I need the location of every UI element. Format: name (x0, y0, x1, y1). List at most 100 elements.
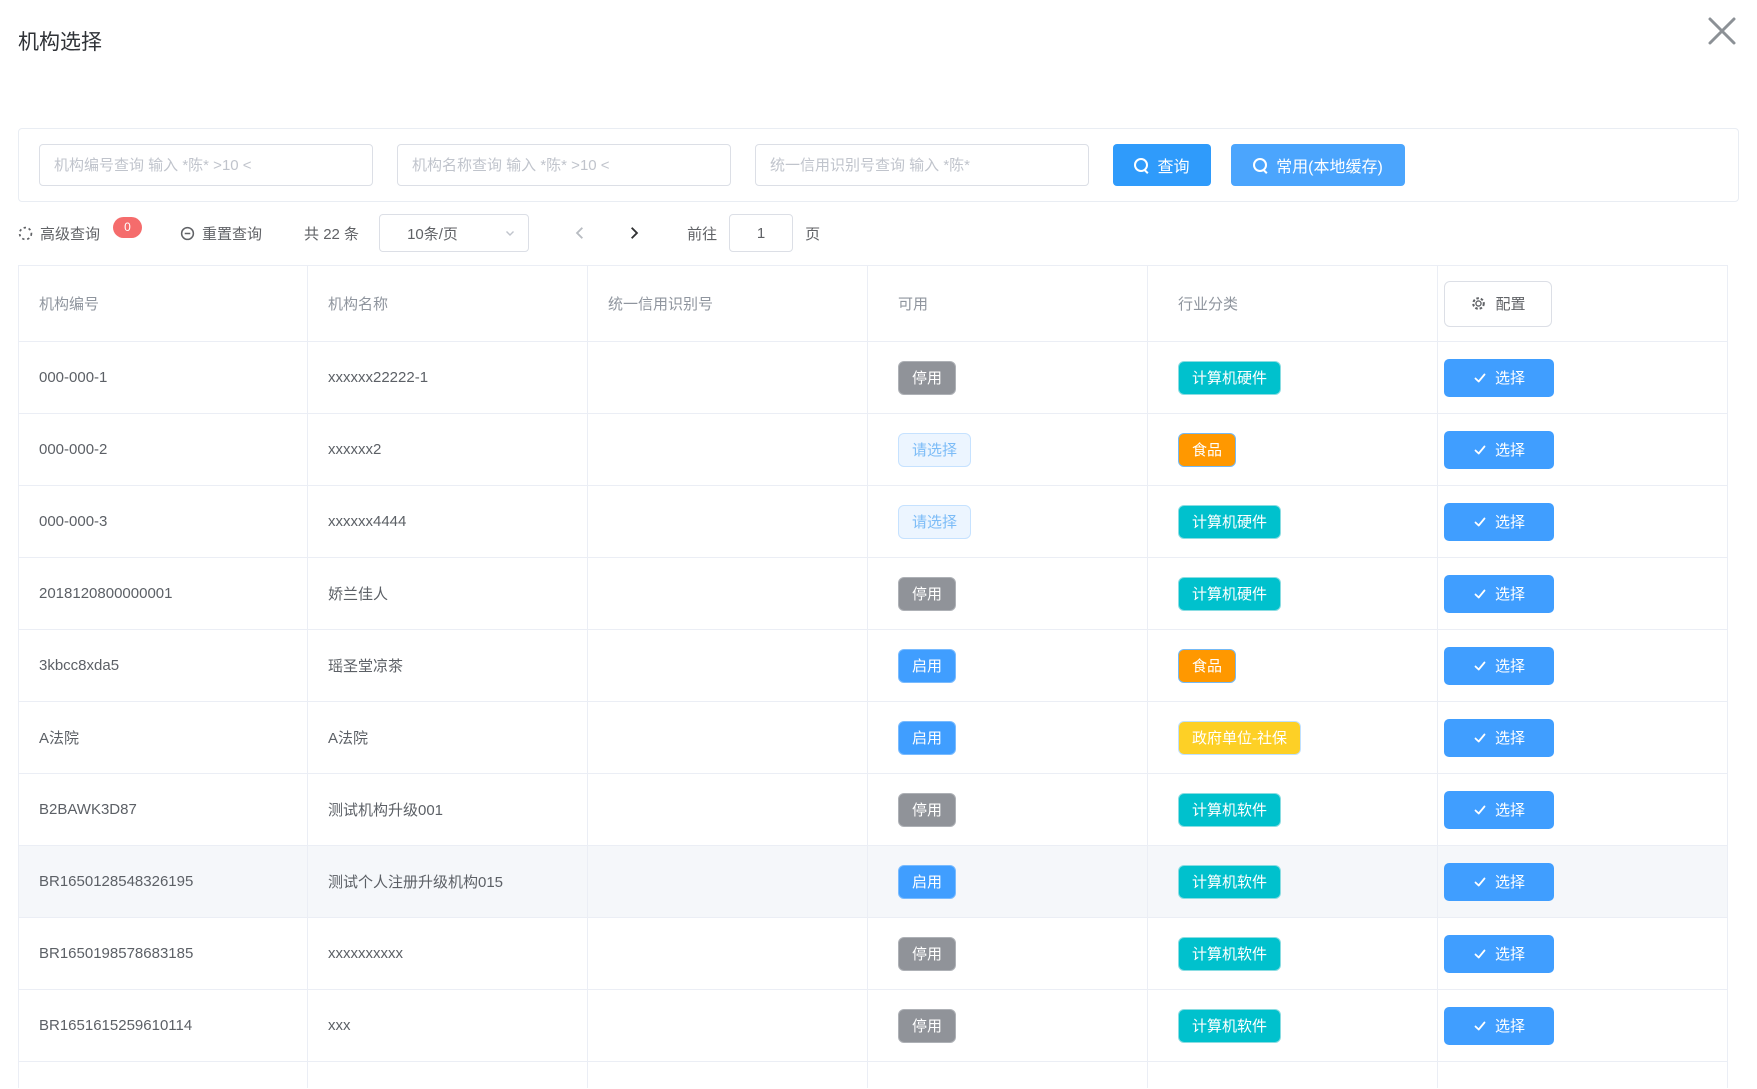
select-button-label: 选择 (1495, 727, 1525, 748)
status-badge[interactable]: 启用 (898, 721, 956, 755)
select-button[interactable]: 选择 (1444, 791, 1554, 829)
select-button[interactable]: 选择 (1444, 503, 1554, 541)
table-body: 000-000-1 xxxxxx22222-1 停用 计算机硬件 选择 000-… (19, 342, 1727, 1062)
table-row: A法院 A法院 启用 政府单位-社保 选择 (19, 702, 1727, 774)
page-size-select[interactable]: 10条/页 (379, 214, 529, 252)
org-name-cell: 娇兰佳人 (308, 558, 588, 629)
org-table: 机构编号 机构名称 统一信用识别号 可用 行业分类 配置 000-000-1 x… (18, 265, 1728, 1088)
select-button[interactable]: 选择 (1444, 431, 1554, 469)
check-icon (1473, 443, 1487, 457)
toolbar: 高级查询 0 重置查询 共 22 条 10条/页 前往 页 (18, 212, 1739, 254)
advanced-query-button[interactable]: 高级查询 0 (18, 223, 142, 244)
advanced-query-count-badge: 0 (113, 217, 142, 238)
next-page-button[interactable] (627, 226, 641, 240)
select-button[interactable]: 选择 (1444, 863, 1554, 901)
select-button-label: 选择 (1495, 511, 1525, 532)
org-name-search-input[interactable] (397, 144, 731, 186)
org-name-cell: xxxxxx4444 (308, 486, 588, 557)
credit-code-cell (588, 846, 868, 917)
credit-code-cell (588, 414, 868, 485)
search-icon (1134, 158, 1149, 173)
org-name-cell: 瑶圣堂凉茶 (308, 630, 588, 701)
org-name-cell: 测试机构升级001 (308, 774, 588, 845)
cache-button-label: 常用(本地缓存) (1276, 153, 1383, 177)
industry-badge[interactable]: 计算机软件 (1178, 1009, 1281, 1043)
org-name-cell: A法院 (308, 702, 588, 773)
org-code-cell: 000-000-2 (19, 414, 308, 485)
check-icon (1473, 875, 1487, 889)
industry-badge[interactable]: 计算机软件 (1178, 793, 1281, 827)
select-button[interactable]: 选择 (1444, 647, 1554, 685)
chevron-down-icon (504, 227, 516, 239)
page-title: 机构选择 (0, 0, 1757, 56)
goto-page-suffix: 页 (805, 223, 820, 244)
table-row: 000-000-1 xxxxxx22222-1 停用 计算机硬件 选择 (19, 342, 1727, 414)
industry-badge[interactable]: 食品 (1178, 649, 1236, 683)
table-header-row: 机构编号 机构名称 统一信用识别号 可用 行业分类 配置 (19, 266, 1727, 342)
select-button-label: 选择 (1495, 655, 1525, 676)
industry-badge[interactable]: 计算机硬件 (1178, 505, 1281, 539)
status-badge[interactable]: 停用 (898, 793, 956, 827)
check-icon (1473, 1019, 1487, 1033)
select-button-label: 选择 (1495, 1015, 1525, 1036)
search-icon (1253, 158, 1268, 173)
status-badge[interactable]: 停用 (898, 361, 956, 395)
local-cache-button[interactable]: 常用(本地缓存) (1231, 144, 1405, 186)
table-row: BR1650128548326195 测试个人注册升级机构015 启用 计算机软… (19, 846, 1727, 918)
total-count: 共 22 条 (304, 223, 359, 244)
config-button[interactable]: 配置 (1444, 281, 1552, 327)
check-icon (1473, 803, 1487, 817)
org-name-cell: xxxxxxxxxx (308, 918, 588, 989)
prev-page-button[interactable] (573, 226, 587, 240)
select-button[interactable]: 选择 (1444, 359, 1554, 397)
org-code-cell: A法院 (19, 702, 308, 773)
select-button-label: 选择 (1495, 799, 1525, 820)
table-row: 000-000-3 xxxxxx4444 请选择 计算机硬件 选择 (19, 486, 1727, 558)
industry-badge[interactable]: 计算机硬件 (1178, 577, 1281, 611)
credit-code-cell (588, 342, 868, 413)
org-code-cell: 000-000-3 (19, 486, 308, 557)
close-icon[interactable] (1703, 12, 1741, 50)
select-button-label: 选择 (1495, 367, 1525, 388)
select-button[interactable]: 选择 (1444, 935, 1554, 973)
status-badge[interactable]: 停用 (898, 577, 956, 611)
page-size-value: 10条/页 (407, 223, 458, 244)
org-name-cell: xxxxxx22222-1 (308, 342, 588, 413)
table-row: BR1650198578683185 xxxxxxxxxx 停用 计算机软件 选… (19, 918, 1727, 990)
select-button-label: 选择 (1495, 871, 1525, 892)
status-badge[interactable]: 启用 (898, 649, 956, 683)
status-badge[interactable]: 请选择 (898, 433, 971, 467)
select-button[interactable]: 选择 (1444, 719, 1554, 757)
status-badge[interactable]: 停用 (898, 1009, 956, 1043)
header-org-name: 机构名称 (308, 266, 588, 341)
check-icon (1473, 947, 1487, 961)
credit-code-search-input[interactable] (755, 144, 1089, 186)
select-button-label: 选择 (1495, 943, 1525, 964)
status-badge[interactable]: 启用 (898, 865, 956, 899)
industry-badge[interactable]: 政府单位-社保 (1178, 721, 1301, 755)
org-code-cell: BR1650198578683185 (19, 918, 308, 989)
reset-query-button[interactable]: 重置查询 (180, 223, 262, 244)
status-badge[interactable]: 请选择 (898, 505, 971, 539)
check-icon (1473, 731, 1487, 745)
org-code-cell: BR1650128548326195 (19, 846, 308, 917)
goto-page-input[interactable] (729, 214, 793, 252)
status-badge[interactable]: 停用 (898, 937, 956, 971)
org-name-cell: xxx (308, 990, 588, 1061)
industry-badge[interactable]: 计算机软件 (1178, 865, 1281, 899)
check-icon (1473, 659, 1487, 673)
table-row: 000-000-2 xxxxxx2 请选择 食品 选择 (19, 414, 1727, 486)
org-code-search-input[interactable] (39, 144, 373, 186)
credit-code-cell (588, 630, 868, 701)
industry-badge[interactable]: 计算机软件 (1178, 937, 1281, 971)
table-row: 2018120800000001 娇兰佳人 停用 计算机硬件 选择 (19, 558, 1727, 630)
check-icon (1473, 371, 1487, 385)
table-row: B2BAWK3D87 测试机构升级001 停用 计算机软件 选择 (19, 774, 1727, 846)
industry-badge[interactable]: 计算机硬件 (1178, 361, 1281, 395)
select-button[interactable]: 选择 (1444, 575, 1554, 613)
org-code-cell: 3kbcc8xda5 (19, 630, 308, 701)
industry-badge[interactable]: 食品 (1178, 433, 1236, 467)
gear-icon (1470, 295, 1487, 312)
select-button[interactable]: 选择 (1444, 1007, 1554, 1045)
search-button[interactable]: 查询 (1113, 144, 1211, 186)
